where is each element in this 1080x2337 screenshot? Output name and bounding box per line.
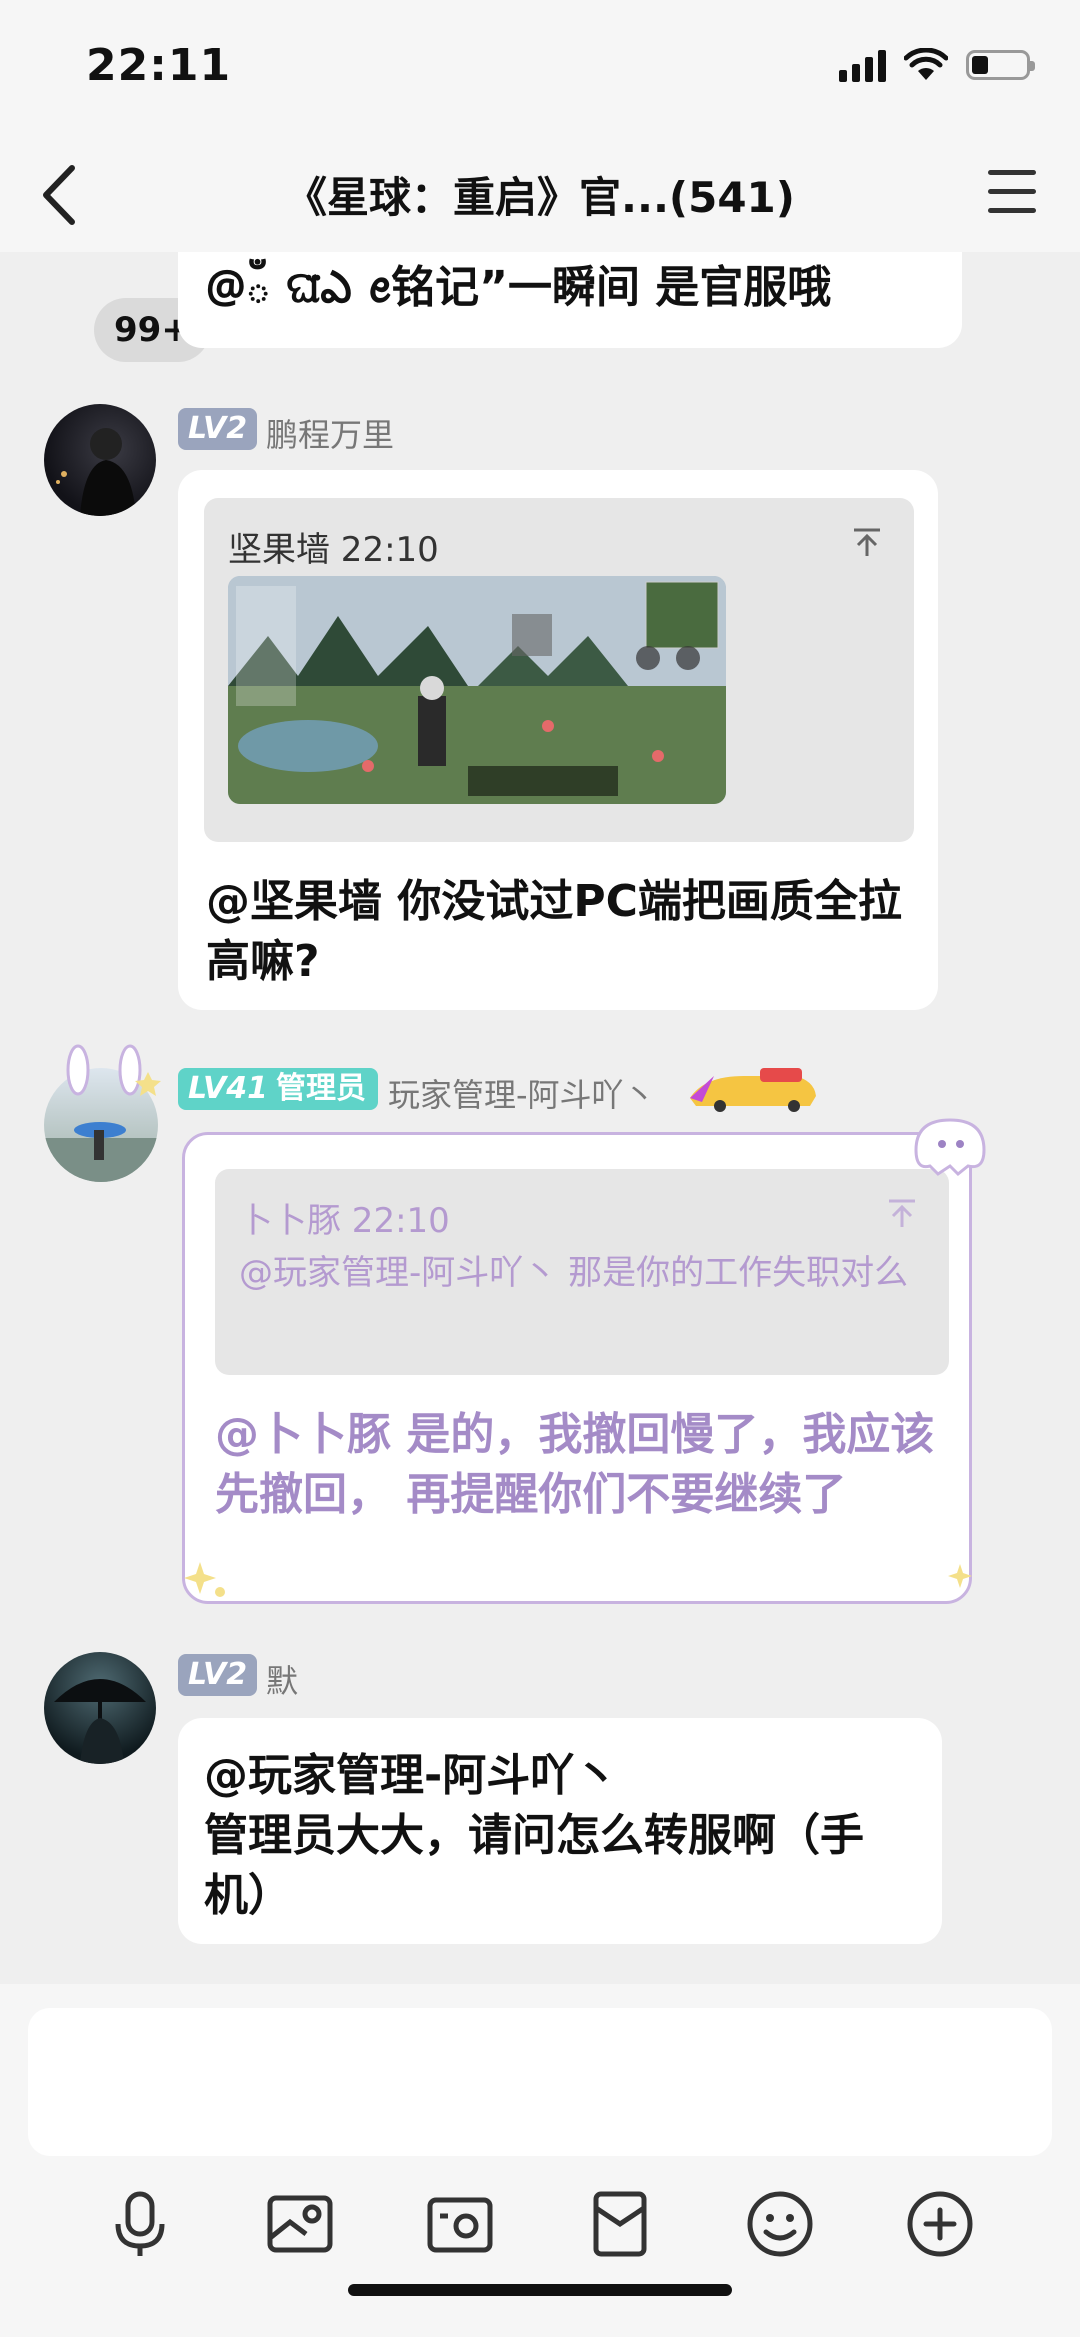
level-badge: LV41 — [178, 1068, 278, 1110]
quoted-message[interactable]: 卜卜豚 22:10 @玩家管理-阿斗吖丶 那是你的工作失职对么 — [215, 1169, 949, 1375]
pin-icon[interactable] — [885, 1197, 919, 1231]
camera-icon[interactable] — [422, 2186, 498, 2262]
avatar-image — [54, 1679, 146, 1764]
group-title[interactable]: 《星球：重启》官...(541) — [0, 164, 1080, 225]
bunny-ears-decoration — [66, 1044, 161, 1096]
message-text: @玩家管理-阿斗吖丶 — [204, 1750, 619, 1801]
menu-icon[interactable] — [988, 170, 1036, 216]
sparkle-decoration — [184, 1562, 225, 1597]
message-bubble[interactable]: 坚果墙 22:10 @坚果墙 你没试过PC端把画质全拉高嘛? — [178, 470, 938, 1010]
quote-header: 坚果墙 22:10 — [228, 530, 439, 570]
quote-body: @玩家管理-阿斗吖丶 那是你的工作失职对么 — [239, 1253, 909, 1293]
username[interactable]: 玩家管理-阿斗吖丶 — [388, 1070, 656, 1116]
sparkle-decoration — [948, 1564, 972, 1588]
message-list[interactable]: @ఀ ଘ̈ఎ ꫀ铭记”一瞬间 是官服哦 LV2 鹏程万里 坚果墙 22:10 @… — [0, 252, 1080, 1984]
admin-badge: 管理员 — [264, 1068, 378, 1110]
quote-header: 卜卜豚 22:10 — [239, 1201, 450, 1241]
photo-icon[interactable] — [262, 2186, 338, 2262]
input-area — [0, 1984, 1080, 2337]
input-toolbar — [0, 2186, 1080, 2266]
wifi-icon — [904, 48, 948, 80]
status-time: 22:11 — [86, 40, 232, 91]
avatar[interactable] — [44, 1652, 156, 1764]
message-bubble[interactable]: @ఀ ଘ̈ఎ ꫀ铭记”一瞬间 是官服哦 — [178, 252, 962, 348]
microphone-icon[interactable] — [102, 2186, 178, 2262]
battery-icon — [966, 50, 1035, 80]
message-bubble[interactable]: @玩家管理-阿斗吖丶 管理员大大，请问怎么转服啊（手机） — [178, 1718, 942, 1944]
message-bubble[interactable]: 卜卜豚 22:10 @玩家管理-阿斗吖丶 那是你的工作失职对么 @卜卜豚 是的，… — [182, 1132, 972, 1604]
game-screenshot[interactable] — [228, 576, 726, 804]
avatar[interactable] — [44, 404, 156, 516]
ghost-decoration — [914, 1118, 986, 1177]
status-bar: 22:11 — [0, 0, 1080, 140]
avatar-image — [56, 428, 136, 516]
message-text: @坚果墙 你没试过PC端把画质全拉高嘛? — [206, 876, 902, 987]
emoji-icon[interactable] — [742, 2186, 818, 2262]
signal-icon — [839, 48, 886, 82]
message-text: @ఀ ଘ̈ఎ ꫀ铭记”一瞬间 是官服哦 — [206, 262, 832, 313]
pin-icon[interactable] — [850, 526, 884, 560]
username[interactable]: 默 — [266, 1656, 298, 1702]
chat-header: 99+ 《星球：重启》官...(541) — [0, 140, 1080, 362]
vip-car-badge — [690, 1068, 816, 1112]
status-icons — [839, 48, 1035, 82]
message-text: @卜卜豚 是的，我撤回慢了，我应该先撤回， 再提醒你们不要继续了 — [215, 1409, 935, 1520]
message-input[interactable] — [28, 2008, 1052, 2156]
level-badge: LV2 — [178, 1654, 258, 1696]
home-indicator[interactable] — [348, 2284, 732, 2296]
plus-icon[interactable] — [902, 2186, 978, 2262]
quoted-message[interactable]: 坚果墙 22:10 — [204, 498, 914, 842]
message-text: 管理员大大，请问怎么转服啊（手机） — [204, 1810, 864, 1921]
red-packet-icon[interactable] — [582, 2186, 658, 2262]
username[interactable]: 鹏程万里 — [266, 410, 394, 456]
level-badge: LV2 — [178, 408, 258, 450]
